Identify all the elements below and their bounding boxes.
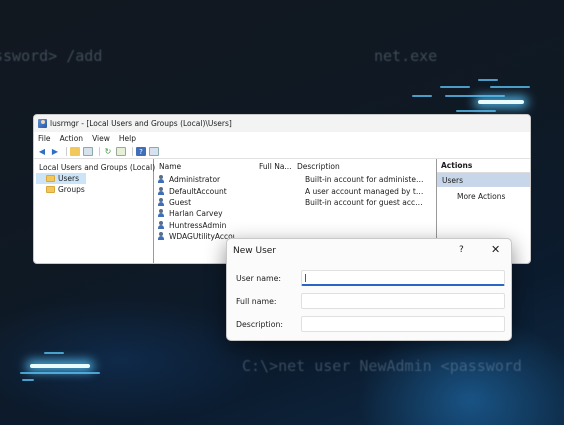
user-icon — [157, 175, 166, 184]
user-icon — [157, 220, 166, 230]
folder-icon — [46, 186, 55, 193]
list-header: Name Full Na... Description — [154, 159, 436, 174]
dialog-help-button[interactable]: ? — [459, 245, 464, 255]
user-icon — [157, 232, 166, 241]
new-user-dialog: New User ? ✕ User name: Full name: Descr… — [226, 238, 512, 341]
menu-view[interactable]: View — [92, 134, 110, 143]
lusrmgr-app-icon — [38, 119, 47, 128]
back-arrow-icon[interactable]: ◀ — [37, 147, 47, 156]
toolbar-separator — [66, 147, 67, 156]
user-name-cell: DefaultAccount — [169, 186, 227, 196]
menu-action[interactable]: Action — [60, 134, 84, 143]
user-name-cell: Administrator — [169, 175, 221, 185]
table-row[interactable]: Harlan Carvey — [154, 208, 436, 219]
menu-file[interactable]: File — [38, 134, 51, 143]
table-row[interactable]: HuntressAdmin — [154, 220, 436, 231]
user-description-cell: Built-in account for guest access to ... — [305, 197, 425, 207]
user-icon — [157, 186, 166, 196]
dialog-close-button[interactable]: ✕ — [491, 243, 500, 256]
toolbar-separator — [132, 147, 133, 156]
window-title: lusrmgr - [Local Users and Groups (Local… — [50, 119, 232, 128]
help-icon[interactable]: ? — [136, 147, 146, 156]
description-label: Description: — [236, 320, 284, 329]
bg-code-line-3: C:\>net user NewAdmin <password — [242, 357, 522, 375]
user-icon — [157, 197, 166, 207]
folder-icon — [46, 175, 55, 182]
column-header-full-name[interactable]: Full Na... — [259, 162, 297, 171]
table-row[interactable]: Guest Built-in account for guest access … — [154, 197, 436, 208]
actions-header: Actions — [437, 159, 530, 173]
description-input[interactable] — [301, 316, 505, 332]
menu-bar: File Action View Help — [34, 132, 530, 145]
column-header-name[interactable]: Name — [159, 162, 259, 171]
refresh-icon[interactable]: ↻ — [103, 147, 113, 156]
tree-groups-label: Groups — [58, 185, 85, 194]
tree-root-label: Local Users and Groups (Local) — [39, 163, 156, 172]
username-label: User name: — [236, 274, 281, 283]
menu-help[interactable]: Help — [119, 134, 136, 143]
table-row[interactable]: Administrator Built-in account for admin… — [154, 174, 436, 185]
fullname-label: Full name: — [236, 297, 277, 306]
username-input[interactable] — [301, 270, 505, 286]
show-hide-tree-icon[interactable] — [83, 147, 93, 156]
properties-icon[interactable] — [149, 147, 159, 156]
tree-item-users[interactable]: Users — [36, 173, 86, 184]
user-name-cell: Harlan Carvey — [169, 209, 223, 219]
actions-section-users[interactable]: Users — [437, 173, 530, 187]
bg-code-line-2: net.exe — [374, 47, 438, 65]
window-titlebar[interactable]: lusrmgr - [Local Users and Groups (Local… — [34, 115, 530, 132]
user-name-cell: Guest — [169, 197, 192, 207]
tree-item-root[interactable]: Local Users and Groups (Local) — [36, 162, 155, 173]
fullname-input[interactable] — [301, 293, 505, 309]
tree-users-label: Users — [58, 174, 80, 183]
forward-arrow-icon[interactable]: ▶ — [50, 147, 60, 156]
toolbar-separator — [99, 147, 100, 156]
more-actions-link[interactable]: More Actions — [437, 187, 530, 205]
user-icon — [157, 209, 166, 218]
user-description-cell: A user account managed by the syst... — [305, 186, 425, 196]
export-list-icon[interactable] — [116, 147, 126, 156]
dialog-title: New User — [233, 246, 277, 256]
column-header-description[interactable]: Description — [297, 162, 417, 171]
toolbar: ◀ ▶ ↻ ? — [34, 145, 530, 159]
bg-code-line-1: ssword> /add — [0, 47, 103, 65]
console-tree: Local Users and Groups (Local) Users Gro… — [34, 159, 155, 263]
user-name-cell: HuntressAdmin — [169, 220, 227, 230]
user-description-cell: Built-in account for administering t... — [305, 175, 425, 185]
up-folder-icon[interactable] — [70, 147, 80, 156]
tree-item-groups[interactable]: Groups — [36, 184, 151, 195]
table-row[interactable]: DefaultAccount A user account managed by… — [154, 185, 436, 196]
user-name-cell: WDAGUtilityAccou — [169, 232, 235, 242]
